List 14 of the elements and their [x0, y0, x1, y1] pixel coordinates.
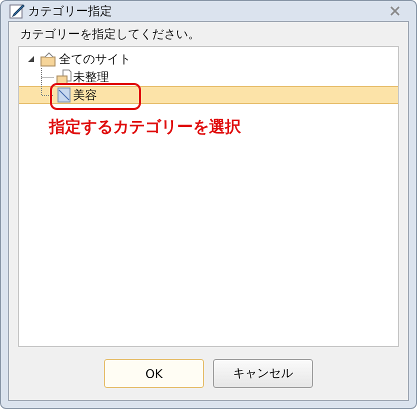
folder-house-icon: [40, 51, 56, 67]
tree-item[interactable]: 全てのサイト: [19, 50, 398, 68]
pencil-note-icon: [9, 3, 25, 19]
cancel-button[interactable]: キャンセル: [213, 359, 313, 388]
ok-button[interactable]: OK: [104, 359, 204, 388]
close-icon: [390, 6, 400, 16]
annotation-text: 指定するカテゴリーを選択: [49, 117, 241, 138]
window-title: カテゴリー指定: [28, 2, 113, 20]
instruction-text: カテゴリーを指定してください。: [19, 26, 201, 43]
tree-item[interactable]: 美容: [19, 86, 398, 104]
expanded-arrow-icon[interactable]: [27, 55, 35, 63]
folder-document-icon: [56, 69, 72, 85]
tree-view[interactable]: 全てのサイト 未整理 美容 指定するカテゴリーを選択: [18, 46, 399, 347]
document-icon: [56, 87, 72, 103]
